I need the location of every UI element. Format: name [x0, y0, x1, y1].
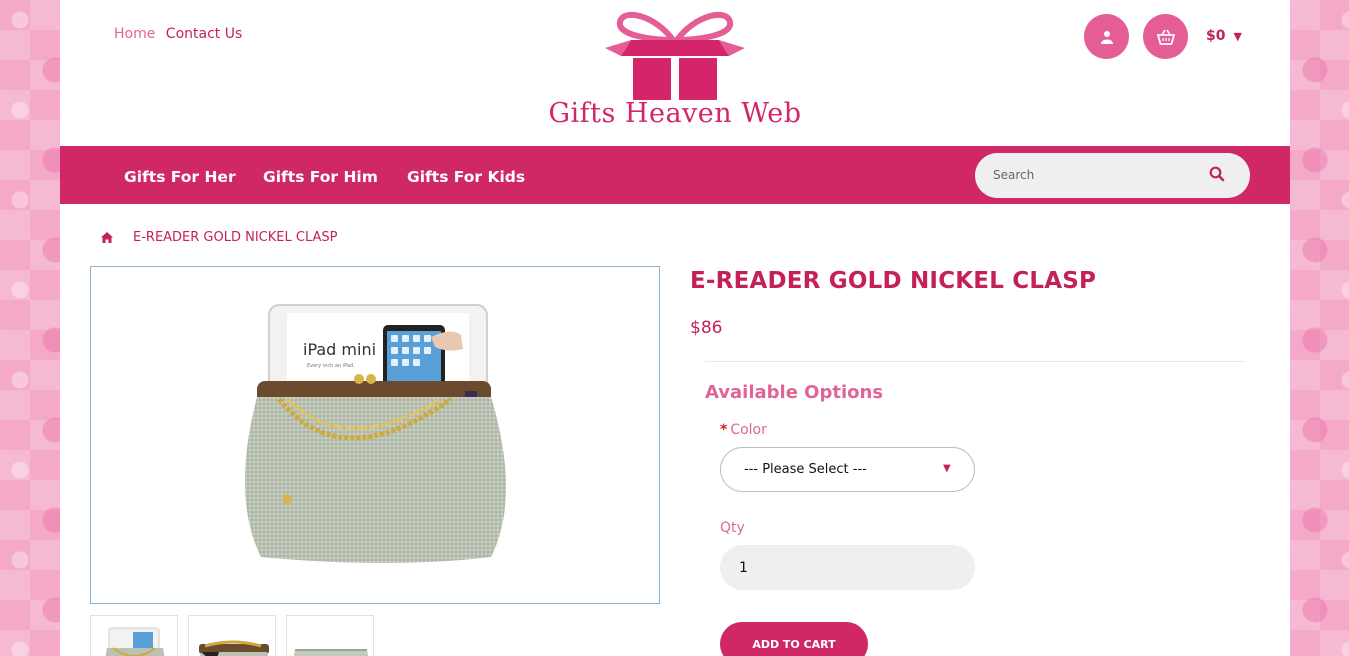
cart-total-dropdown[interactable]: $0 ▼	[1206, 28, 1242, 44]
color-select-value: --- Please Select ---	[744, 462, 867, 477]
contact-us-link[interactable]: Contact Us	[166, 26, 242, 42]
user-icon	[1100, 30, 1113, 44]
product-photo: iPad mini Every inch an iPad.	[244, 304, 506, 563]
basket-icon	[1156, 29, 1175, 45]
product-thumbnail[interactable]	[90, 615, 178, 656]
product-main-image[interactable]: iPad mini Every inch an iPad.	[90, 266, 660, 604]
search-icon[interactable]	[1209, 166, 1225, 186]
qty-label: Qty	[720, 520, 745, 536]
chevron-down-icon: ▼	[943, 463, 951, 474]
gift-box-icon	[605, 11, 745, 100]
color-select[interactable]: --- Please Select --- ▼	[720, 447, 975, 492]
cart-total-amount: $0	[1206, 28, 1226, 44]
site-logo[interactable]: Gifts Heaven Web	[545, 10, 805, 135]
account-button[interactable]	[1084, 14, 1129, 59]
ipad-brand-text: iPad mini	[303, 340, 376, 359]
breadcrumb-current[interactable]: E-READER GOLD NICKEL CLASP	[133, 230, 337, 245]
search-input[interactable]	[993, 165, 1193, 185]
page-container: Home Contact Us Gifts Heaven Web $0 ▼ Gi…	[60, 0, 1290, 656]
chevron-down-icon: ▼	[1233, 30, 1242, 43]
thumbnail-image	[293, 649, 369, 656]
color-label: * Color	[720, 422, 767, 438]
cart-button[interactable]	[1143, 14, 1188, 59]
top-links: Home Contact Us	[114, 26, 248, 42]
divider	[705, 361, 1245, 362]
nav-gifts-for-kids[interactable]: Gifts For Kids	[407, 168, 525, 186]
product-price: $86	[690, 318, 723, 338]
qty-input[interactable]	[720, 545, 975, 590]
ipad-tagline-text: Every inch an iPad.	[307, 363, 355, 369]
product-thumbnail[interactable]	[286, 615, 374, 656]
nav-gifts-for-her[interactable]: Gifts For Her	[124, 168, 236, 186]
logo-text: Gifts Heaven Web	[548, 98, 802, 129]
available-options-heading: Available Options	[705, 382, 884, 403]
color-label-text: Color	[730, 422, 767, 438]
thumbnail-image	[199, 640, 269, 656]
product-title: E-READER GOLD NICKEL CLASP	[690, 268, 1097, 294]
required-asterisk: *	[720, 422, 728, 438]
nav-gifts-for-him[interactable]: Gifts For Him	[263, 168, 378, 186]
search-box	[975, 153, 1250, 198]
add-to-cart-button[interactable]: ADD TO CART	[720, 622, 868, 656]
main-nav: Gifts For Her Gifts For Him Gifts For Ki…	[60, 146, 1290, 204]
home-icon[interactable]	[101, 228, 113, 247]
home-link[interactable]: Home	[114, 26, 155, 42]
product-thumbnail[interactable]	[188, 615, 276, 656]
thumbnail-image	[105, 627, 165, 656]
breadcrumb: E-READER GOLD NICKEL CLASP	[101, 228, 337, 247]
